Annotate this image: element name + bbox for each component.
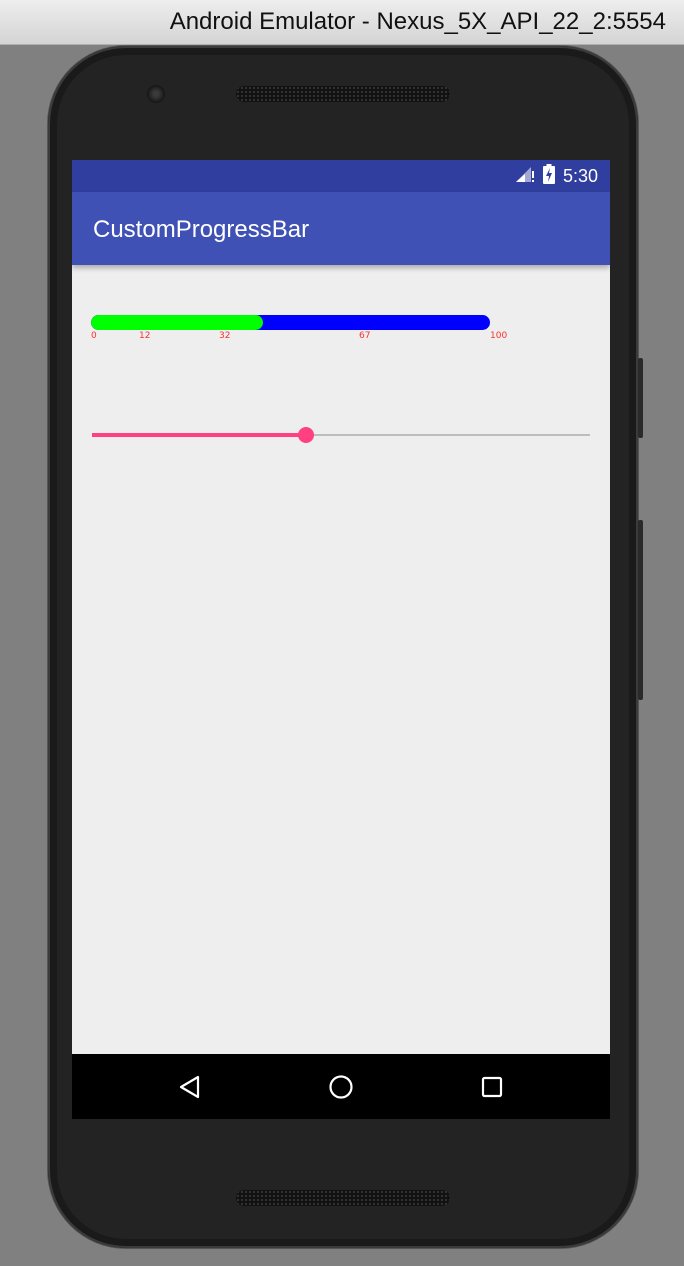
seek-bar[interactable] xyxy=(92,425,590,445)
device-screen: 5:30 CustomProgressBar 0 12 32 67 100 xyxy=(72,160,610,1119)
home-icon[interactable] xyxy=(326,1072,356,1102)
tick-label: 0 xyxy=(91,331,97,341)
recents-icon[interactable] xyxy=(477,1072,507,1102)
battery-charging-icon xyxy=(542,164,555,188)
emulator-title-bar[interactable]: Android Emulator - Nexus_5X_API_22_2:555… xyxy=(0,0,684,45)
window-title: Android Emulator - Nexus_5X_API_22_2:555… xyxy=(169,8,666,35)
navigation-bar xyxy=(72,1054,610,1119)
front-camera xyxy=(147,85,165,103)
custom-progress-bar xyxy=(91,315,490,330)
back-icon[interactable] xyxy=(175,1072,205,1102)
app-title: CustomProgressBar xyxy=(93,216,310,243)
volume-rocker[interactable] xyxy=(638,520,643,700)
tick-label: 67 xyxy=(359,331,371,341)
seek-progress xyxy=(92,433,307,437)
signal-icon xyxy=(515,165,535,187)
status-bar: 5:30 xyxy=(72,160,610,192)
tick-label: 32 xyxy=(219,331,231,341)
bottom-speaker xyxy=(236,1190,450,1206)
top-speaker xyxy=(236,86,450,102)
app-toolbar: CustomProgressBar xyxy=(72,192,610,265)
tick-label: 12 xyxy=(139,331,151,341)
seek-thumb[interactable] xyxy=(298,427,315,443)
power-button[interactable] xyxy=(638,358,643,438)
progress-fill xyxy=(91,315,263,330)
status-time: 5:30 xyxy=(562,165,598,186)
tick-label: 100 xyxy=(490,331,508,341)
